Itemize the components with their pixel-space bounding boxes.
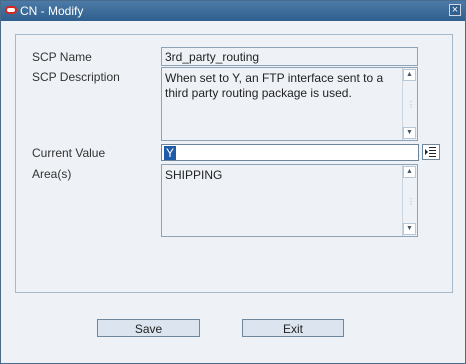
areas-label: Area(s)	[32, 167, 72, 181]
scp-description-textarea: When set to Y, an FTP interface sent to …	[161, 67, 418, 141]
scroll-down-icon[interactable]: ▼	[403, 127, 416, 139]
scrollbar-grip-icon[interactable]: ⋮	[407, 100, 415, 109]
scp-description-scrollbar[interactable]: ▲ ⋮ ▼	[402, 68, 417, 140]
list-of-values-icon[interactable]	[422, 144, 440, 160]
areas-text: SHIPPING	[165, 168, 223, 182]
scp-description-text: When set to Y, an FTP interface sent to …	[165, 71, 384, 100]
scp-description-label: SCP Description	[32, 70, 120, 84]
scp-name-label: SCP Name	[32, 50, 92, 64]
scroll-down-icon[interactable]: ▼	[403, 223, 416, 235]
current-value-label: Current Value	[32, 146, 106, 160]
scroll-up-icon[interactable]: ▲	[403, 166, 416, 178]
window-title: CN - Modify	[20, 4, 84, 18]
current-value-text[interactable]: Y	[164, 146, 177, 160]
scrollbar-grip-icon[interactable]: ⋮	[407, 197, 415, 206]
oracle-logo-icon	[5, 6, 17, 14]
areas-scrollbar[interactable]: ▲ ⋮ ▼	[402, 165, 417, 236]
modify-dialog-window: CN - Modify × SCP Name 3rd_party_routing…	[0, 0, 466, 364]
exit-button[interactable]: Exit	[242, 319, 344, 337]
current-value-input[interactable]: Y	[161, 144, 419, 161]
scp-name-field: 3rd_party_routing	[161, 47, 418, 66]
save-button[interactable]: Save	[97, 319, 200, 337]
list-of-values-glyph	[425, 147, 436, 157]
close-icon[interactable]: ×	[449, 4, 461, 16]
areas-textarea: SHIPPING ▲ ⋮ ▼	[161, 164, 418, 237]
title-bar[interactable]: CN - Modify ×	[1, 1, 465, 21]
scroll-up-icon[interactable]: ▲	[403, 69, 416, 81]
